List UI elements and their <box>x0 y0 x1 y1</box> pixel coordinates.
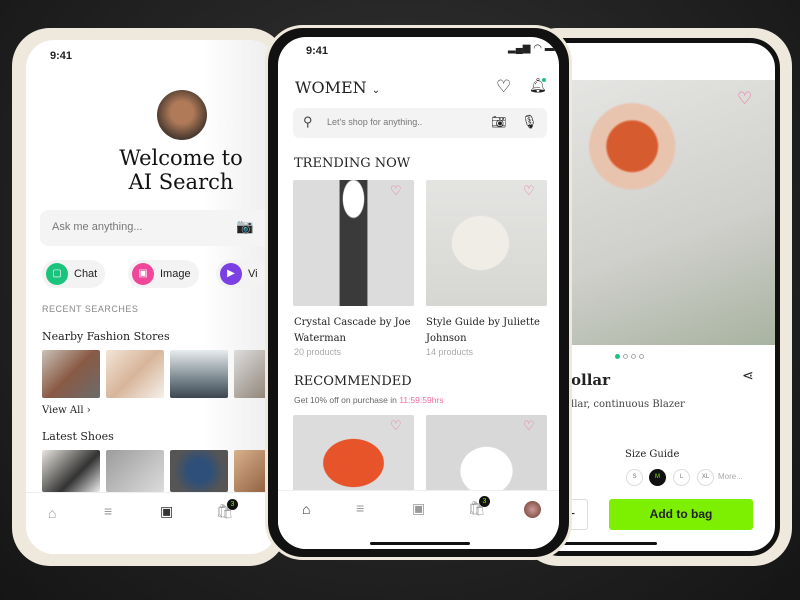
dot[interactable] <box>639 354 644 359</box>
status-icons: ▂▄▆ ◠ ▬ <box>508 43 555 54</box>
cart-badge: 3 <box>479 496 490 507</box>
bottom-nav: ⌂ ≡ ▣ 🛍︎ 3 <box>278 490 559 549</box>
notification-dot <box>542 78 546 82</box>
profile-avatar[interactable] <box>524 501 541 518</box>
search-placeholder: Let's shop for anything.. <box>327 117 423 127</box>
chip-chat[interactable]: ▢ Chat <box>42 260 106 288</box>
shoe-image[interactable] <box>170 450 228 492</box>
camera-icon[interactable]: 📷 <box>236 218 253 235</box>
middle-phone: 9:41 ▂▄▆ ◠ ▬ WOMEN ⌄ ♡ 🔔︎ ⚲ Let's shop f… <box>265 25 572 560</box>
trending-card-count: 14 products <box>426 347 474 357</box>
favorite-icon[interactable]: ♡ <box>390 183 402 199</box>
category-label: WOMEN <box>295 78 367 97</box>
shop-search-input[interactable]: ⚲ Let's shop for anything.. 📷︎ 🎙︎ <box>293 108 547 138</box>
chip-image[interactable]: ▣ Image <box>128 260 199 288</box>
store-image[interactable] <box>106 350 164 398</box>
chat-bot-icon[interactable]: ▣ <box>412 500 425 517</box>
home-icon[interactable]: ⌂ <box>48 505 56 521</box>
left-screen: 9:41 Welcome to AI Search Ask me anythin… <box>26 40 278 554</box>
favorite-icon[interactable]: ♡ <box>390 418 402 434</box>
category-dropdown[interactable]: WOMEN ⌄ <box>295 78 380 97</box>
latest-shoes-title: Latest Shoes <box>42 430 114 443</box>
offer-timer: 11:59:59hrs <box>399 395 444 405</box>
search-placeholder: Ask me anything... <box>52 221 143 233</box>
microphone-icon[interactable]: 🎙︎ <box>521 114 538 130</box>
recent-searches-label: RECENT SEARCHES <box>42 304 139 314</box>
trending-card-title[interactable]: Crystal Cascade by Joe Waterman <box>294 315 414 347</box>
chip-label: Chat <box>74 268 98 280</box>
chevron-down-icon: ⌄ <box>371 85 381 96</box>
trending-card-count: 20 products <box>294 347 342 357</box>
chevron-right-icon: › <box>86 405 91 416</box>
size-guide-label: Size Guide <box>625 449 680 460</box>
avatar <box>157 90 207 140</box>
store-image[interactable] <box>170 350 228 398</box>
share-icon[interactable]: ⋖ <box>742 367 754 384</box>
camera-icon[interactable]: 📷︎ <box>491 115 506 129</box>
dot-active[interactable] <box>615 354 620 359</box>
ai-search-input[interactable]: Ask me anything... 📷 <box>40 210 270 246</box>
favorite-icon[interactable]: ♡ <box>523 183 535 199</box>
search-icon: ⚲ <box>303 114 313 129</box>
chat-bot-icon[interactable]: ▣ <box>160 503 173 520</box>
image-icon: ▣ <box>132 263 154 285</box>
video-icon: ▶ <box>220 263 242 285</box>
dot[interactable] <box>631 354 636 359</box>
nearby-stores-title: Nearby Fashion Stores <box>42 330 170 343</box>
more-sizes-link[interactable]: More... <box>718 472 743 481</box>
trending-card-title[interactable]: Style Guide by Juliette Johnson <box>426 315 546 347</box>
dot[interactable] <box>623 354 628 359</box>
add-to-bag-button[interactable]: Add to bag <box>609 499 753 530</box>
product-title: ollar <box>571 371 611 389</box>
left-phone: 9:41 Welcome to AI Search Ask me anythin… <box>12 28 287 566</box>
store-image[interactable] <box>42 350 100 398</box>
carousel-dots <box>615 354 644 359</box>
home-indicator <box>370 542 470 545</box>
title-line1: Welcome to <box>119 146 243 170</box>
home-indicator <box>557 542 657 545</box>
size-l[interactable]: L <box>673 469 690 486</box>
title-line2: AI Search <box>128 170 234 194</box>
size-m[interactable]: M <box>649 469 666 486</box>
favorite-icon[interactable]: ♡ <box>737 89 752 109</box>
shoe-image[interactable] <box>42 450 100 492</box>
product-subtitle: llar, continuous Blazer <box>571 399 685 410</box>
size-xl[interactable]: XL <box>697 469 714 486</box>
chip-label: Image <box>160 268 191 280</box>
chip-label: Vi <box>248 268 258 280</box>
status-time: 9:41 <box>306 45 329 57</box>
chip-video[interactable]: ▶ Vi <box>216 260 266 288</box>
view-all-link[interactable]: View All › <box>42 405 91 416</box>
menu-icon[interactable]: ≡ <box>104 503 112 519</box>
shoe-image[interactable] <box>106 450 164 492</box>
cart-badge: 3 <box>227 499 238 510</box>
offer-text: Get 10% off on purchase in 11:59:59hrs <box>294 395 444 405</box>
offer-label: Get 10% off on purchase in <box>294 395 397 405</box>
middle-screen: 9:41 ▂▄▆ ◠ ▬ WOMEN ⌄ ♡ 🔔︎ ⚲ Let's shop f… <box>278 37 559 549</box>
favorite-icon[interactable]: ♡ <box>523 418 535 434</box>
recommended-title: RECOMMENDED <box>294 374 412 389</box>
chat-bot-icon: ▢ <box>46 263 68 285</box>
trending-title: TRENDING NOW <box>294 156 411 171</box>
wishlist-icon[interactable]: ♡ <box>496 77 511 97</box>
size-s[interactable]: S <box>626 469 643 486</box>
status-time: 9:41 <box>50 50 73 62</box>
home-icon[interactable]: ⌂ <box>302 501 310 517</box>
bottom-nav: ⌂ ≡ ▣ 🛍 3 <box>26 492 278 554</box>
view-all-label: View All <box>42 405 84 416</box>
menu-icon[interactable]: ≡ <box>356 500 364 516</box>
